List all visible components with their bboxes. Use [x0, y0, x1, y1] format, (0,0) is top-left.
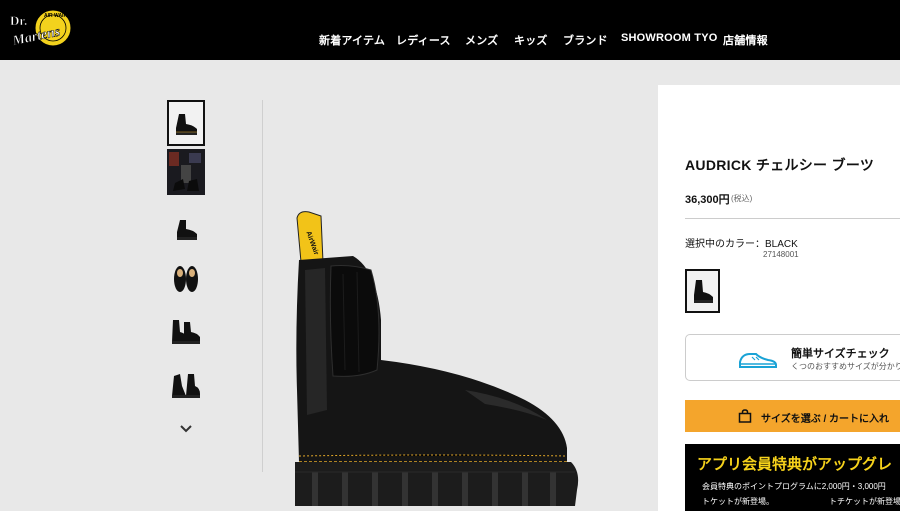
boot-thumbnail-image	[176, 114, 197, 135]
thumbnail-boot-pair-top[interactable]	[167, 256, 205, 302]
nav-new-items[interactable]: 新着アイテム	[319, 32, 385, 48]
chevron-down-icon[interactable]	[177, 422, 195, 436]
nav-mens[interactable]: メンズ	[465, 32, 498, 48]
price-divider	[685, 218, 900, 219]
promo-text-line1: 会員特典のポイントプログラムに2,000円・3,000円	[702, 482, 886, 491]
thumbnail-boot-front[interactable]	[167, 100, 205, 146]
nav-store-info[interactable]: 店舗情報	[723, 32, 768, 48]
boot-pair-side-thumbnail-image	[172, 320, 200, 344]
gallery-divider	[262, 100, 263, 472]
promo-title: アプリ会員特典がアップグレ	[697, 456, 893, 473]
product-code: 27148001	[763, 250, 799, 259]
product-price: 36,300円	[685, 194, 730, 206]
promo-text-line2b: トチケットが新登場。	[829, 497, 900, 506]
size-check-subtitle: くつのおすすめサイズが分かりま	[791, 362, 900, 371]
thumbnail-lifestyle[interactable]	[167, 149, 205, 195]
product-title: AUDRICK チェルシー ブーツ	[685, 157, 875, 173]
thumbnail-boot-pair-side[interactable]	[167, 308, 205, 354]
shopping-bag-icon	[738, 409, 752, 423]
add-to-cart-label: サイズを選ぶ / カートに入れ	[761, 414, 890, 425]
boot-pair-top-thumbnail-image	[174, 266, 198, 292]
thumbnail-boot-side[interactable]	[167, 206, 205, 252]
product-main-image[interactable]: AirWair	[285, 210, 605, 510]
boot-side-thumbnail-image	[177, 220, 197, 240]
nav-showroom-tyo[interactable]: SHOWROOM TYO	[621, 32, 718, 44]
nav-kids[interactable]: キッズ	[514, 32, 548, 48]
size-check-button[interactable]: 簡単サイズチェック くつのおすすめサイズが分かりま	[685, 334, 900, 381]
app-member-promo-banner[interactable]: アプリ会員特典がアップグレ 会員特典のポイントプログラムに2,000円・3,00…	[685, 444, 900, 511]
color-swatch-black[interactable]	[685, 269, 720, 313]
selected-color-label: 選択中のカラー：BLACK	[685, 239, 798, 250]
tax-note: (税込)	[731, 194, 753, 203]
product-info-panel: AUDRICK チェルシー ブーツ 36,300円 (税込) 選択中のカラー：B…	[658, 85, 900, 511]
black-boot-swatch-image	[693, 280, 713, 303]
add-to-cart-button[interactable]: サイズを選ぶ / カートに入れ	[685, 400, 900, 432]
promo-text-line2a: トケットが新登場。	[702, 497, 774, 506]
size-check-title: 簡単サイズチェック	[791, 348, 890, 360]
boot-pair-back-thumbnail-image	[172, 374, 200, 398]
lifestyle-thumbnail-image	[167, 149, 205, 195]
site-header: AIR WAIR Dr. Martens 新着アイテム レディース メンズ キッ…	[0, 0, 900, 60]
main-nav: 新着アイテム レディース メンズ キッズ ブランド SHOWROOM TYO 店…	[0, 0, 900, 60]
sneaker-icon	[739, 353, 777, 368]
nav-brand[interactable]: ブランド	[563, 32, 608, 48]
thumbnail-boot-pair-back[interactable]	[167, 362, 205, 408]
nav-ladies[interactable]: レディース	[396, 32, 451, 48]
